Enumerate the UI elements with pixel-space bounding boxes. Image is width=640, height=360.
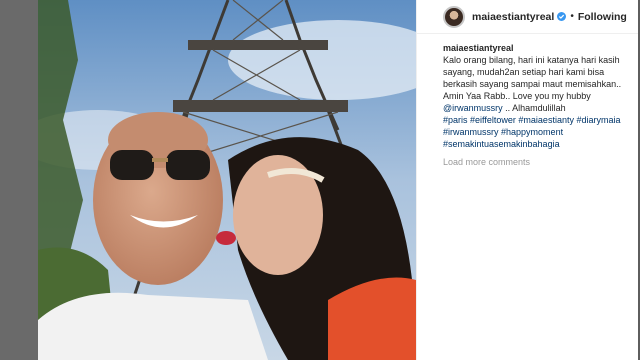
- verified-badge-icon: [557, 12, 567, 21]
- following-button[interactable]: Following: [578, 11, 627, 23]
- hashtag-link[interactable]: #maiaestianty: [518, 115, 574, 125]
- caption-line: Amin Yaa Rabb.. Love you my hubby: [443, 91, 591, 101]
- post-header: maiaestiantyreal • Following: [417, 0, 638, 34]
- caption-line: Kalo orang bilang, hari ini katanya hari…: [443, 55, 620, 65]
- hashtag-link[interactable]: #semakintuasemakinbahagia: [443, 139, 560, 149]
- header-username[interactable]: maiaestiantyreal: [472, 11, 554, 23]
- caption-line: berkasih sayang sampai maut memisahkan..: [443, 79, 622, 89]
- post-sidebar: maiaestiantyreal • Following maiaestiant…: [416, 0, 638, 360]
- avatar[interactable]: [443, 5, 465, 28]
- post-caption: maiaestiantyreal Kalo orang bilang, hari…: [443, 42, 633, 150]
- caption-line: sayang, mudah2an setiap hari kami bisa: [443, 67, 605, 77]
- hashtag-link[interactable]: #eiffeltower: [470, 115, 516, 125]
- hashtag-link[interactable]: #happymoment: [501, 127, 563, 137]
- caption-username[interactable]: maiaestiantyreal: [443, 42, 633, 54]
- hashtag-link[interactable]: #paris: [443, 115, 468, 125]
- caption-text: .. Alhamdulillah: [502, 103, 566, 113]
- hashtag-line: #paris #eiffeltower #maiaestianty #diary…: [443, 114, 633, 126]
- photo-illustration: [38, 0, 416, 360]
- hashtag-link[interactable]: #diarymaia: [576, 115, 620, 125]
- hashtag-line: #semakintuasemakinbahagia: [443, 138, 633, 150]
- header-separator: •: [570, 11, 574, 22]
- mention-link[interactable]: @irwanmussry: [443, 103, 503, 113]
- load-more-comments-link[interactable]: Load more comments: [443, 157, 530, 167]
- hashtag-line: #irwanmussry #happymoment: [443, 126, 633, 138]
- hashtag-link[interactable]: #irwanmussry: [443, 127, 499, 137]
- post-photo: [38, 0, 416, 360]
- caption-line: @irwanmussry .. Alhamdulillah: [443, 102, 633, 114]
- page-backdrop: [0, 0, 38, 360]
